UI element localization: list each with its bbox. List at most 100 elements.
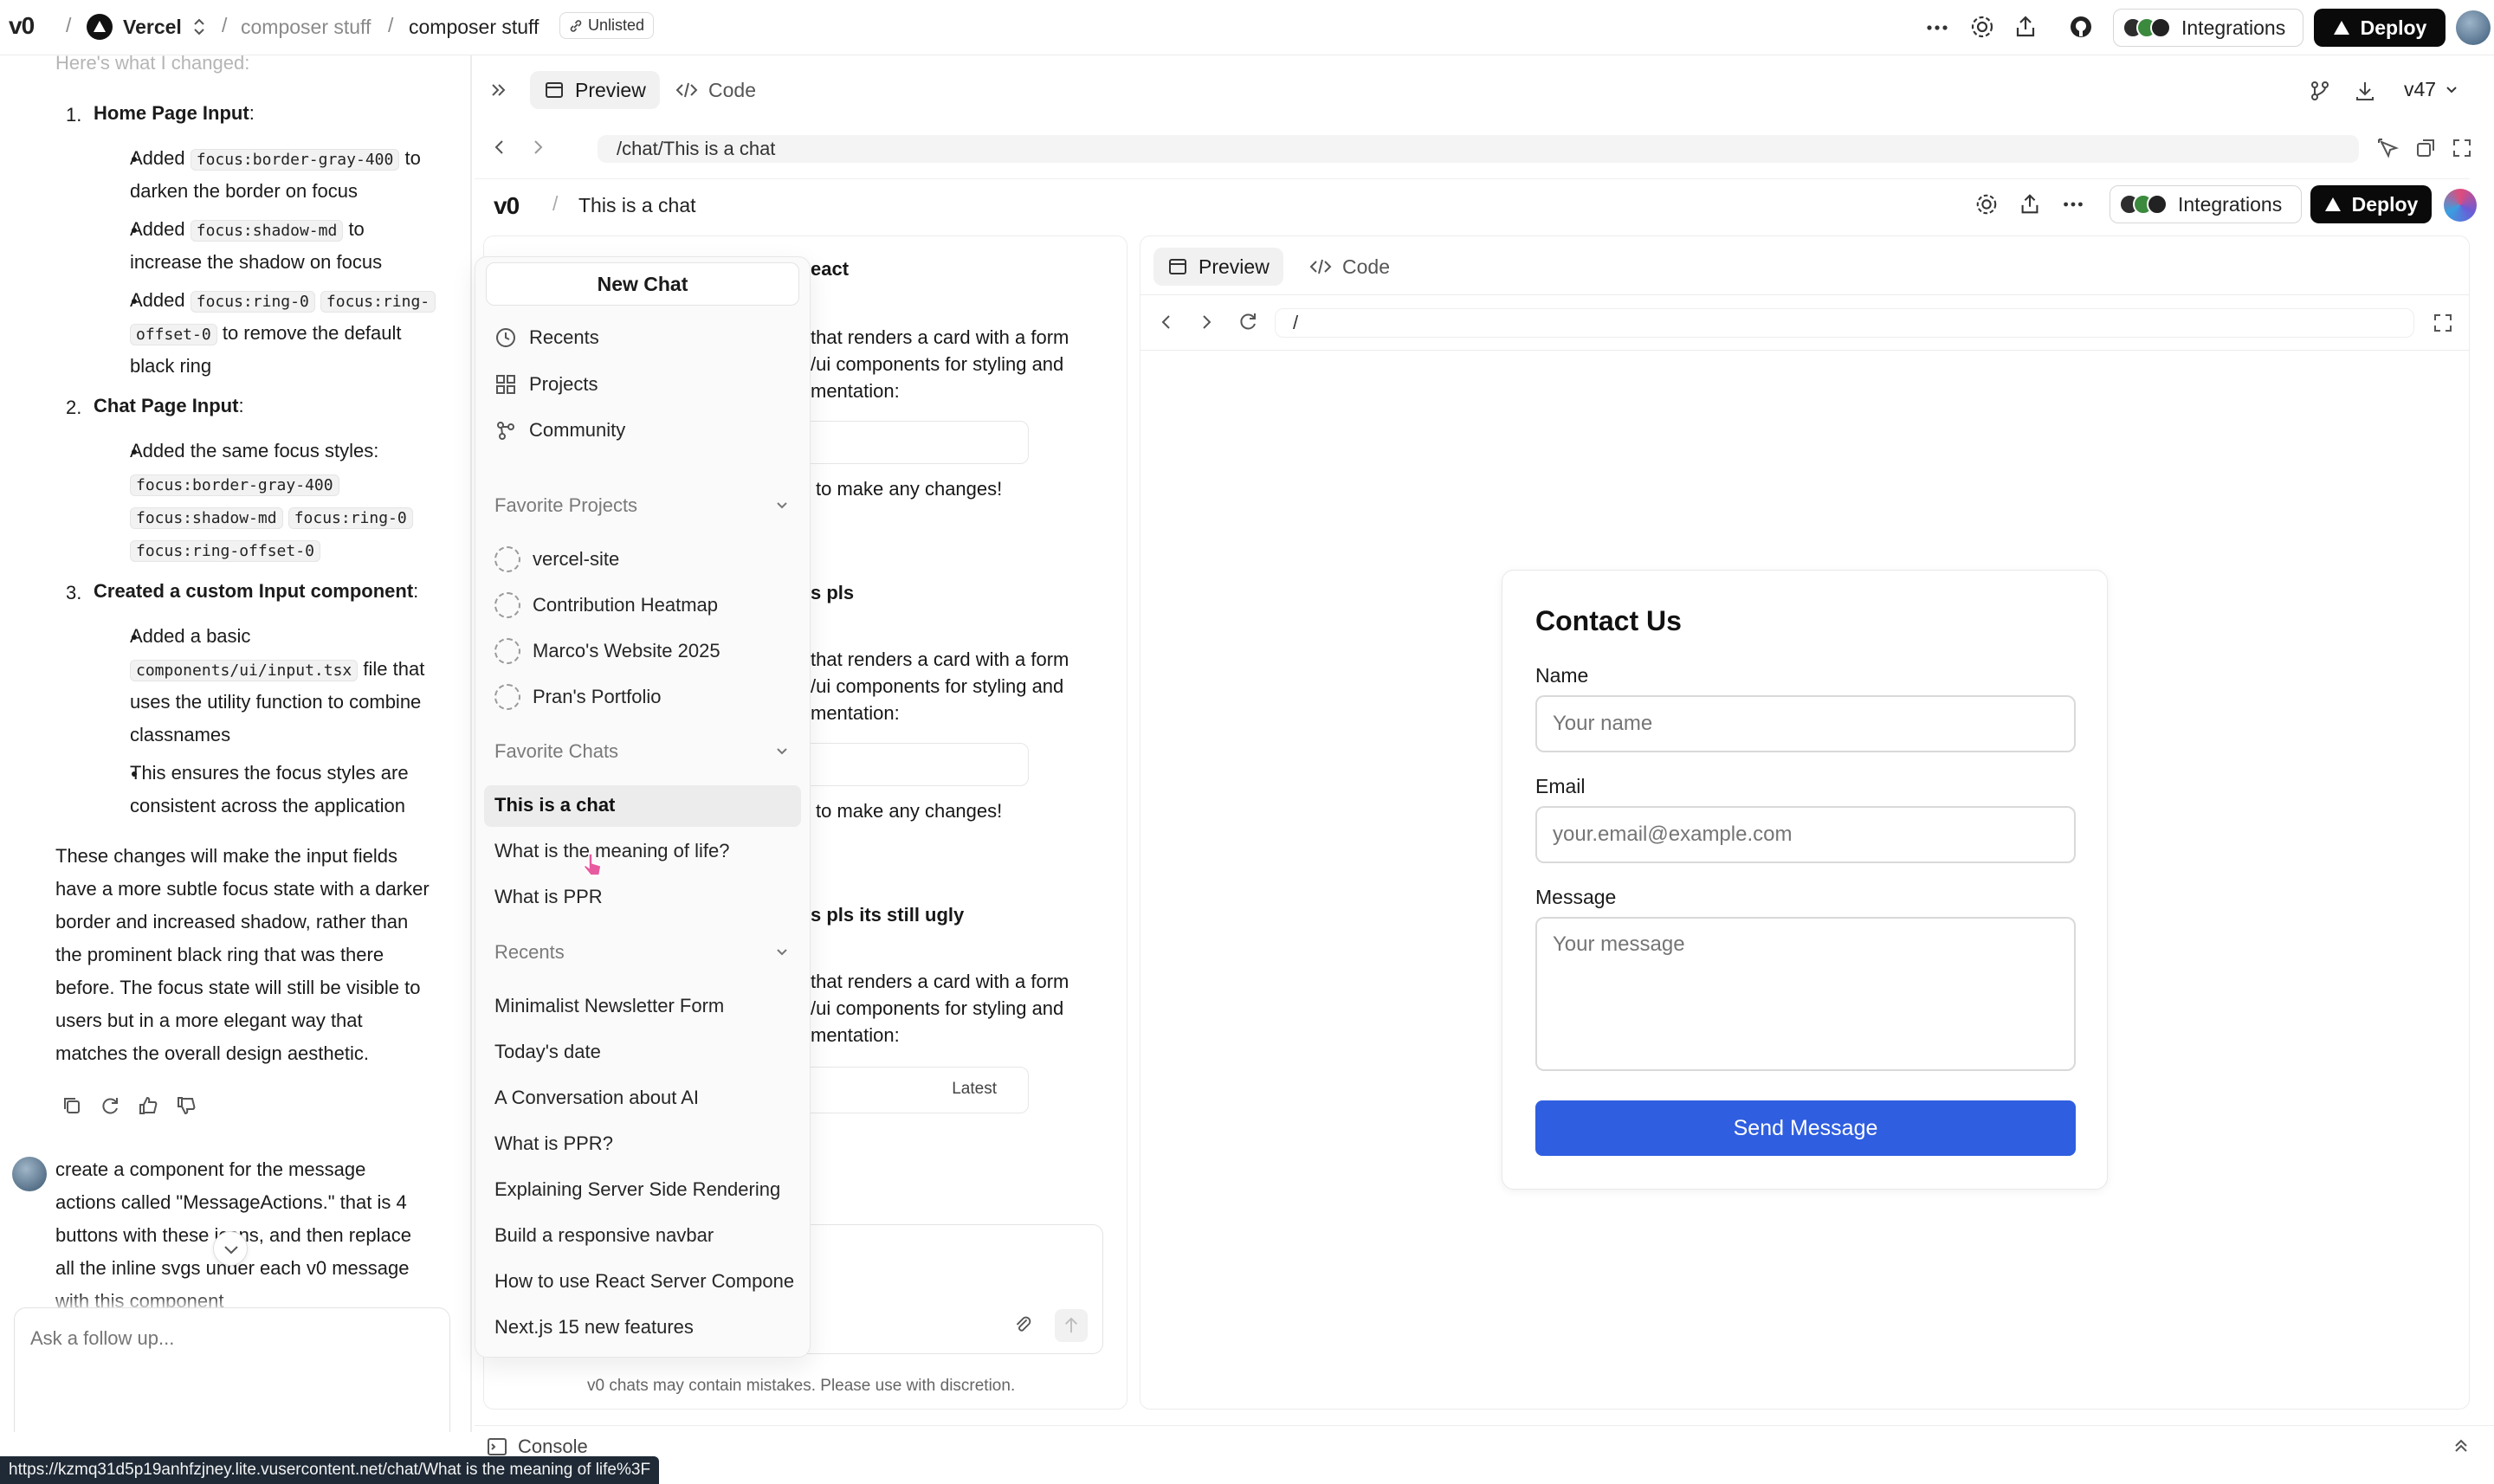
nav-label: Recents [529, 326, 599, 348]
pointer-cursor-icon [582, 852, 604, 878]
gear-icon[interactable] [1969, 14, 1995, 40]
inner-fullscreen-icon[interactable] [2432, 312, 2454, 334]
inner-chat-title[interactable]: This is a chat [578, 194, 696, 217]
bg-line: /ui components for styling and [811, 353, 1064, 375]
expand-console-icon[interactable] [2451, 1436, 2471, 1456]
forward-icon[interactable] [528, 137, 547, 158]
text: Added [130, 289, 185, 311]
download-icon[interactable] [2354, 80, 2376, 102]
open-new-window-icon[interactable] [2414, 137, 2437, 159]
inner-back-icon[interactable] [1157, 312, 1176, 332]
fullscreen-icon[interactable] [2451, 137, 2473, 159]
fav-chat-item[interactable]: What is the meaning of life? [494, 840, 729, 862]
visibility-badge[interactable]: Unlisted [559, 12, 655, 39]
deploy-button[interactable]: Deploy [2314, 9, 2446, 47]
inner-paperclip-icon[interactable] [1011, 1313, 1034, 1335]
breadcrumb-project[interactable]: composer stuff [241, 16, 371, 39]
inner-more-icon[interactable] [2061, 192, 2085, 216]
fav-chat-item[interactable]: What is PPR [494, 886, 603, 908]
code-icon [675, 82, 698, 98]
inner-tab-code[interactable]: Code [1309, 248, 1390, 286]
fork-icon[interactable] [2309, 80, 2331, 102]
separator: / [66, 14, 72, 36]
chevron-updown-icon[interactable] [192, 17, 206, 36]
recent-chat-item[interactable]: A Conversation about AI [494, 1087, 699, 1109]
inner-user-avatar[interactable] [2444, 189, 2477, 222]
url-bar[interactable]: /chat/This is a chat [598, 135, 2359, 163]
nav-recents[interactable]: Recents [494, 326, 599, 349]
back-icon[interactable] [490, 137, 509, 158]
thumbs-down-icon[interactable] [175, 1094, 197, 1117]
project-item[interactable]: Pran's Portfolio [494, 684, 662, 710]
regenerate-icon[interactable] [99, 1094, 121, 1117]
github-icon[interactable] [2068, 14, 2094, 40]
panel-divider[interactable] [470, 55, 472, 1432]
reload-icon[interactable] [1237, 310, 1259, 332]
inner-v0-logo[interactable]: v0 [494, 192, 520, 220]
recent-chat-item[interactable]: How to use React Server Compone [494, 1270, 798, 1293]
tab-preview[interactable]: Preview [530, 71, 660, 109]
bg-line: that renders a card with a form [811, 971, 1069, 992]
project-item[interactable]: vercel-site [494, 546, 619, 572]
console-toggle[interactable]: Console [487, 1436, 588, 1458]
thumbs-up-icon[interactable] [137, 1094, 159, 1117]
bg-line: that renders a card with a form [811, 326, 1069, 348]
new-chat-button[interactable]: New Chat [486, 262, 799, 306]
tab-code-label: Code [708, 78, 756, 101]
list-number: 2. [66, 397, 82, 418]
send-message-button[interactable]: Send Message [1535, 1100, 2076, 1156]
user-avatar[interactable] [2456, 10, 2491, 45]
favorite-chats-header[interactable]: Favorite Chats [494, 740, 789, 763]
text: file that [363, 658, 425, 680]
favorite-projects-header[interactable]: Favorite Projects [494, 494, 789, 517]
more-icon[interactable] [1924, 16, 1950, 40]
project-item[interactable]: Contribution Heatmap [494, 592, 718, 618]
name-input[interactable] [1535, 695, 2076, 752]
separator: / [552, 192, 559, 215]
team-avatar-icon [87, 14, 113, 40]
integrations-button[interactable]: Integrations [2113, 9, 2303, 47]
project-item[interactable]: Marco's Website 2025 [494, 638, 720, 664]
version-select[interactable]: v47 [2404, 78, 2458, 101]
recent-chat-item[interactable]: Explaining Server Side Rendering [494, 1178, 780, 1201]
fav-chat-item-active[interactable]: This is a chat [494, 794, 615, 816]
inner-forward-icon[interactable] [1197, 312, 1216, 332]
contact-title: Contact Us [1535, 605, 1682, 636]
inner-send-button[interactable] [1055, 1309, 1088, 1342]
inner-gear-icon[interactable] [1974, 192, 1999, 216]
recent-chat-item[interactable]: Next.js 15 new features [494, 1316, 694, 1339]
bg-version-card[interactable] [779, 743, 1029, 786]
copy-icon[interactable] [61, 1094, 83, 1117]
collapse-panel-icon[interactable] [488, 80, 509, 100]
v0-logo[interactable]: v0 [9, 12, 35, 40]
recent-chat-item[interactable]: What is PPR? [494, 1132, 613, 1155]
user-message-avatar [12, 1157, 47, 1191]
console-label: Console [518, 1436, 588, 1457]
inner-tab-preview[interactable]: Preview [1153, 248, 1283, 286]
recents-header[interactable]: Recents [494, 941, 789, 964]
recent-chat-item[interactable]: Today's date [494, 1041, 601, 1063]
bg-version-card[interactable] [779, 421, 1029, 464]
message-textarea[interactable] [1535, 917, 2076, 1071]
list-heading-title: Home Page Input [94, 102, 249, 124]
text: Added [130, 147, 185, 169]
tab-code[interactable]: Code [675, 71, 756, 109]
inner-integrations-button[interactable]: Integrations [2110, 185, 2302, 223]
nav-projects[interactable]: Projects [494, 373, 598, 396]
share-icon[interactable] [2013, 14, 2038, 40]
inner-share-icon[interactable] [2018, 192, 2042, 216]
team-name[interactable]: Vercel [123, 16, 182, 39]
follow-up-input[interactable] [30, 1327, 429, 1414]
list-number: 1. [66, 104, 82, 126]
inner-url-bar[interactable]: / [1275, 308, 2414, 338]
inner-deploy-button[interactable]: Deploy [2310, 185, 2432, 223]
email-input[interactable] [1535, 806, 2076, 863]
breadcrumb-chat[interactable]: composer stuff [409, 16, 539, 39]
recent-chat-item[interactable]: Minimalist Newsletter Form [494, 995, 724, 1017]
recent-chat-item[interactable]: Build a responsive navbar [494, 1224, 714, 1247]
bg-version-card[interactable]: Latest [779, 1067, 1029, 1113]
bg-text: that renders a card with a form/ui compo… [811, 968, 1069, 1048]
scroll-down-button[interactable] [213, 1231, 248, 1266]
select-element-icon[interactable] [2376, 137, 2399, 159]
nav-community[interactable]: Community [494, 419, 625, 442]
